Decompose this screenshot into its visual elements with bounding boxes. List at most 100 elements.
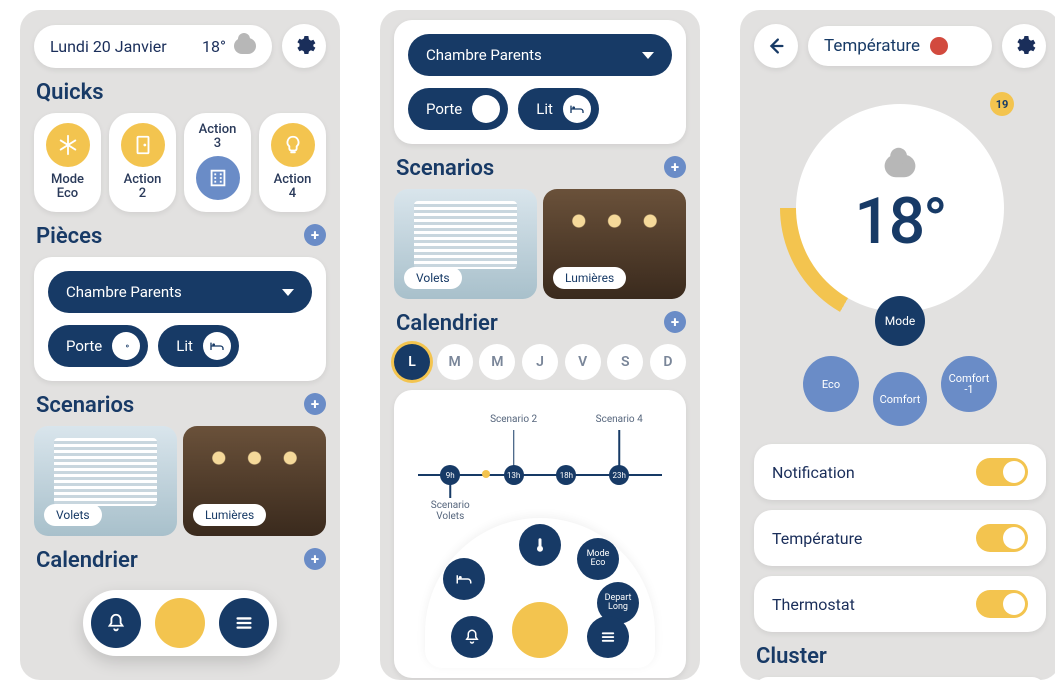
quick-mode-eco[interactable]: Mode Eco [34,113,101,212]
mode-eco[interactable]: Eco [803,356,859,412]
scenarios-row: Volets Lumières [394,189,686,299]
mode-presets: Eco Comfort Comfort -1 [754,356,1046,426]
wheel-center-button[interactable] [512,602,568,658]
timeline-label: Scenario 4 [596,414,643,425]
day-j[interactable]: J [522,344,558,380]
quick-action-3[interactable]: Action 3 [184,113,251,212]
wheel-bell[interactable] [451,616,493,658]
scenario-lumieres[interactable]: Lumières [183,426,326,536]
cluster-item: Notif [754,677,1046,680]
settings-button[interactable] [1002,24,1046,68]
quick-action-2[interactable]: Action 2 [109,113,176,212]
timeline-marker [482,470,490,478]
pieces-header: Pièces + [34,212,326,257]
top-bar: Température [754,24,1046,68]
door-icon [112,332,140,360]
mode-comfort[interactable]: Comfort [873,372,927,426]
door-icon [472,95,500,123]
chip-porte[interactable]: Porte [408,88,508,130]
quick-label: Action 4 [274,173,312,200]
wheel-thermo[interactable] [519,524,561,566]
menu-icon [233,612,255,634]
current-temperature: 18° [854,184,945,259]
quick-label: Action 2 [124,173,162,200]
add-piece-button[interactable]: + [304,224,326,246]
scenario-lumieres[interactable]: Lumières [543,189,686,299]
quicks-row: Mode Eco Action 2 Action 3 Action 4 [34,113,326,212]
bed-icon [563,95,591,123]
building-icon [196,156,240,200]
mode-comfort-minus[interactable]: Comfort -1 [941,356,997,412]
date-label: Lundi 20 Janvier [50,37,167,56]
chip-lit[interactable]: Lit [158,325,239,367]
timeline-node-23h[interactable]: 23h [609,465,629,485]
wheel-menu[interactable] [587,616,629,658]
back-button[interactable] [754,24,798,68]
nav-menu[interactable] [219,598,269,648]
add-calendar-button[interactable]: + [304,548,326,570]
day-selector: L M M J V S D [394,344,686,380]
add-scenario-button[interactable]: + [304,393,326,415]
timeline: Scenario 2 Scenario 4 Scenario Volets 9h… [408,408,672,528]
wheel-mode-eco[interactable]: Mode Eco [577,538,619,580]
timeline-label: Scenario Volets [431,500,470,522]
toggle-notification: Notification [754,444,1046,500]
toggle-switch[interactable] [976,590,1028,618]
chevron-down-icon [642,52,654,59]
mode-button[interactable]: Mode [875,296,925,346]
add-scenario-button[interactable]: + [664,156,686,178]
mode-pill[interactable]: Température [808,26,992,66]
toggle-label: Notification [772,463,855,482]
door-icon [121,123,165,167]
action-wheel: Mode Eco Depart Long [425,518,655,668]
wheel-bed[interactable] [443,558,485,600]
toggle-switch[interactable] [976,458,1028,486]
day-l[interactable]: L [394,344,430,380]
chip-porte[interactable]: Porte [48,325,148,367]
toggle-switch[interactable] [976,524,1028,552]
status-dot-icon [930,37,948,55]
scenarios-header: Scenarios + [394,144,686,189]
day-s[interactable]: S [607,344,643,380]
calendrier-heading: Calendrier [396,311,498,336]
day-v[interactable]: V [565,344,601,380]
toggle-label: Thermostat [772,595,855,614]
quick-action-4[interactable]: Action 4 [259,113,326,212]
chip-label: Lit [536,100,553,118]
scenario-volets[interactable]: Volets [34,426,177,536]
scenario-tag: Lumières [553,267,626,289]
scenario-volets[interactable]: Volets [394,189,537,299]
scenarios-header: Scenarios + [34,381,326,426]
thermometer-icon [531,536,549,554]
scenarios-heading: Scenarios [36,393,134,418]
temperature-label: 18° [202,37,226,56]
calendrier-header: Calendrier + [394,299,686,344]
timeline-node-13h[interactable]: 13h [504,465,524,485]
cluster-heading: Cluster [756,644,1046,669]
day-m2[interactable]: M [479,344,515,380]
scenarios-heading: Scenarios [396,156,494,181]
date-weather-pill[interactable]: Lundi 20 Janvier 18° [34,25,272,68]
thermostat-dial[interactable]: 18° 19 Mode [780,88,1020,328]
target-temperature-badge: 19 [990,92,1014,116]
room-dropdown[interactable]: Chambre Parents [408,34,672,76]
room-dropdown[interactable]: Chambre Parents [48,271,312,313]
room-dropdown-label: Chambre Parents [426,46,542,64]
day-m1[interactable]: M [437,344,473,380]
add-calendar-button[interactable]: + [664,311,686,333]
cloud-icon [234,38,256,54]
toggle-thermostat: Thermostat [754,576,1046,632]
chip-label: Lit [176,337,193,355]
phone-screen-temperature: Température 18° 19 Mode Eco Comfort Comf… [740,10,1055,680]
chip-label: Porte [66,337,102,355]
nav-notifications[interactable] [91,598,141,648]
room-chips: Porte Lit [408,88,672,130]
bell-icon [105,612,127,634]
day-d[interactable]: D [650,344,686,380]
timeline-node-18h[interactable]: 18h [556,465,576,485]
timeline-node-9h[interactable]: 9h [440,465,460,485]
chip-lit[interactable]: Lit [518,88,599,130]
nav-home[interactable] [155,598,205,648]
bed-icon [455,570,473,588]
settings-button[interactable] [282,24,326,68]
